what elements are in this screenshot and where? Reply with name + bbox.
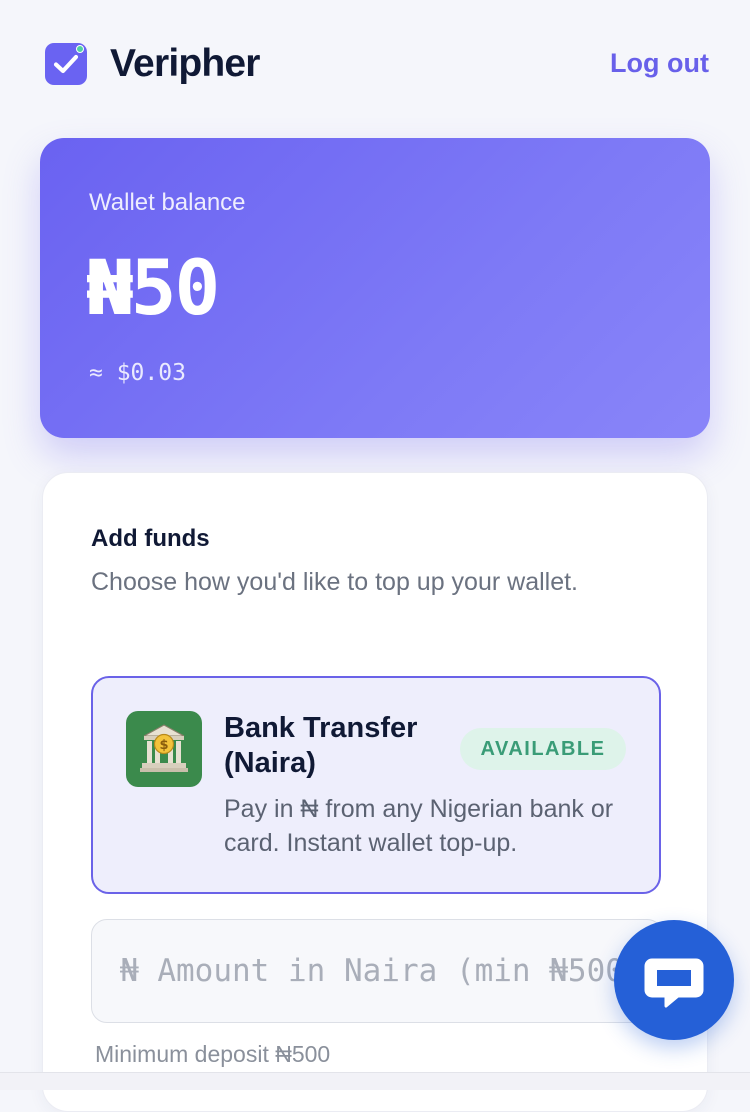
- svg-text:$: $: [159, 738, 168, 753]
- add-funds-panel: Add funds Choose how you'd like to top u…: [42, 472, 708, 1112]
- available-badge: AVAILABLE: [460, 728, 626, 770]
- wallet-balance-label: Wallet balance: [89, 189, 246, 216]
- bank-transfer-description: Pay in ₦ from any Nigerian bank or card.…: [224, 795, 614, 857]
- amount-input-box: [91, 919, 663, 1023]
- logout-link[interactable]: Log out: [610, 48, 709, 79]
- bank-icon: $: [126, 711, 202, 787]
- bank-transfer-title: Bank Transfer (Naira): [224, 712, 418, 779]
- logo-check-icon: [45, 43, 87, 85]
- add-funds-subtitle: Choose how you'd like to top up your wal…: [91, 568, 578, 596]
- wallet-balance-card: Wallet balance ₦50 ≈ $0.03: [40, 138, 710, 438]
- wallet-usd-equivalent: ≈ $0.03: [89, 360, 186, 386]
- chat-button[interactable]: [614, 920, 734, 1040]
- bank-transfer-option[interactable]: $ Bank Transfer (Naira) AVAILABLE Pay in…: [91, 676, 661, 894]
- logo-dot: [76, 45, 84, 53]
- wallet-balance-amount: ₦50: [87, 243, 220, 332]
- amount-input[interactable]: [92, 920, 662, 1022]
- app-header: Veripher Log out: [0, 0, 750, 130]
- brand-name: Veripher: [110, 42, 260, 85]
- bottom-edge: [0, 1072, 750, 1090]
- chat-bubble-icon: [644, 958, 704, 1008]
- minimum-deposit-note: Minimum deposit ₦500: [95, 1041, 331, 1067]
- add-funds-title: Add funds: [91, 525, 210, 552]
